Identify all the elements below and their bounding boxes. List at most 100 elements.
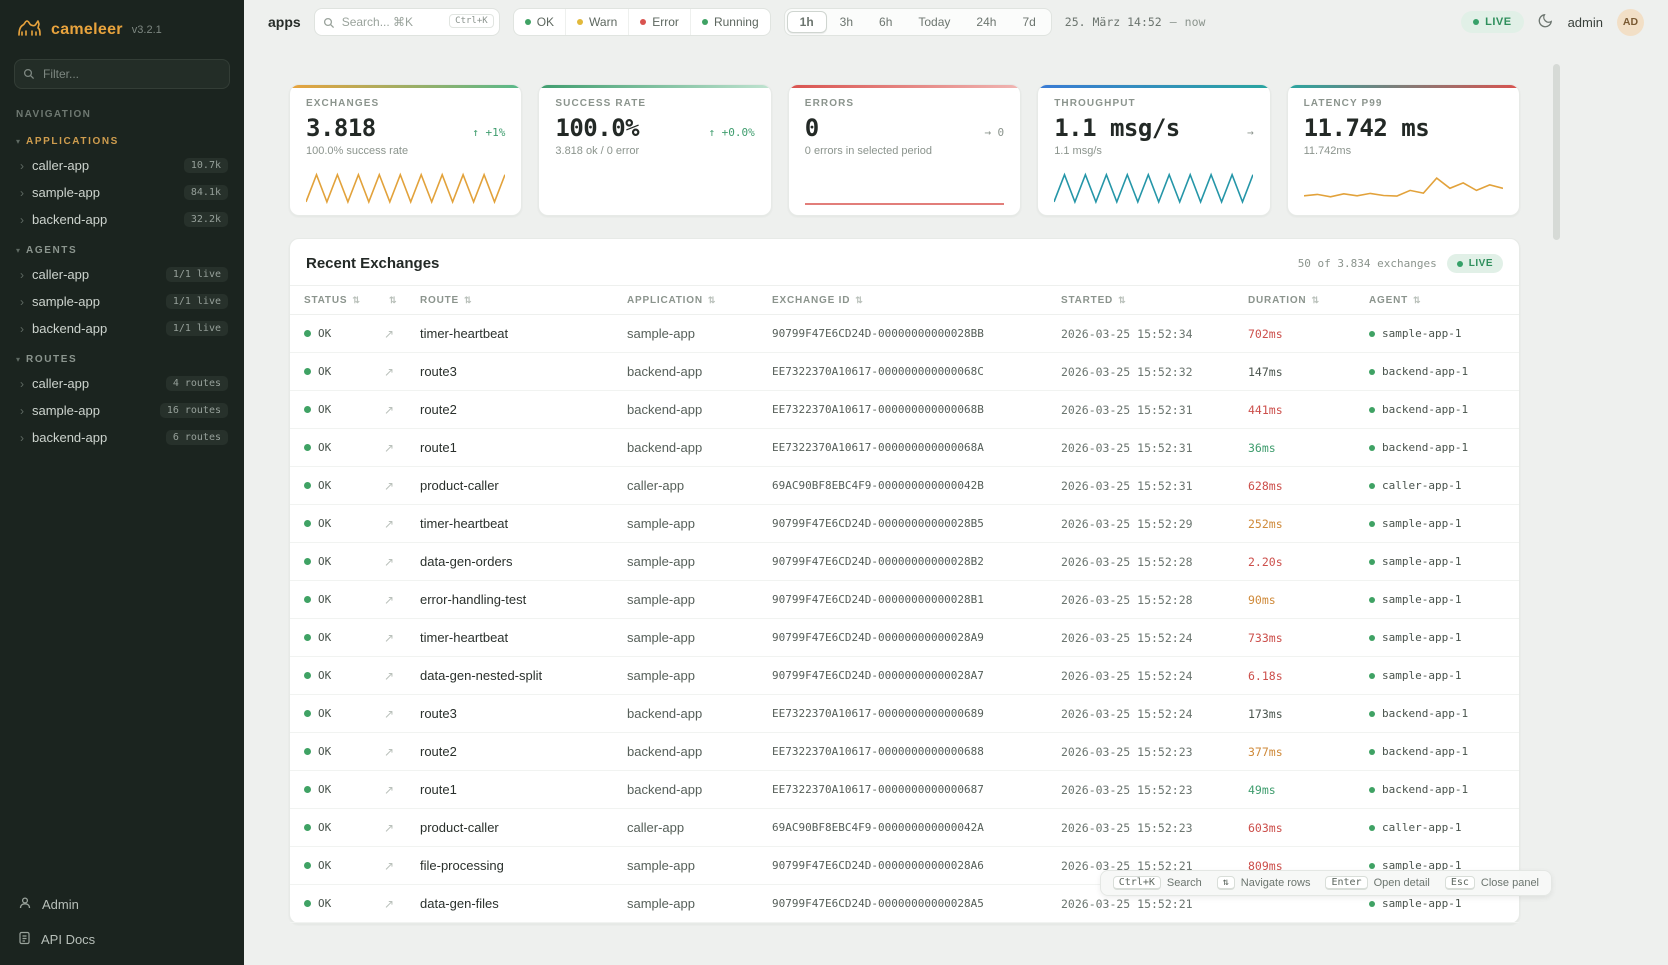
exchange-id-cell: 90799F47E6CD24D-00000000000028BB — [772, 327, 1061, 340]
stat-subtext: 1.1 msg/s — [1054, 145, 1253, 157]
time-range-button[interactable]: 6h — [866, 11, 905, 33]
kbd-label: Navigate rows — [1241, 877, 1311, 889]
open-exchange-icon[interactable]: ↗ — [384, 441, 420, 455]
open-exchange-icon[interactable]: ↗ — [384, 821, 420, 835]
column-header[interactable]: STATUS ⇅ — [304, 295, 384, 306]
time-range-button[interactable]: 7d — [1009, 11, 1048, 33]
duration-cell: 147ms — [1248, 365, 1369, 379]
dark-mode-toggle[interactable] — [1538, 12, 1554, 33]
table-row[interactable]: OK ↗ data-gen-orders sample-app 90799F47… — [290, 543, 1519, 581]
stat-subtext: 3.818 ok / 0 error — [555, 145, 754, 157]
chevron-right-icon: › — [20, 432, 24, 444]
sidebar-item-route[interactable]: › backend-app 6 routes — [0, 424, 244, 451]
sidebar-item-admin[interactable]: Admin — [0, 887, 244, 922]
sidebar-item-agent[interactable]: › backend-app 1/1 live — [0, 315, 244, 342]
table-column-headers: STATUS ⇅ ⇅ ROUTE ⇅ APPLICATION — [290, 285, 1519, 315]
section-header-routes[interactable]: ▾ ROUTES — [0, 342, 244, 370]
table-row[interactable]: OK ↗ route1 backend-app EE7322370A10617-… — [290, 429, 1519, 467]
time-range-button[interactable]: Today — [905, 11, 963, 33]
stat-value: 3.818 — [306, 114, 376, 142]
section-header-applications[interactable]: ▾ APPLICATIONS — [0, 124, 244, 152]
sidebar-item-agent[interactable]: › caller-app 1/1 live — [0, 261, 244, 288]
table-row[interactable]: OK ↗ product-caller caller-app 69AC90BF8… — [290, 809, 1519, 847]
open-exchange-icon[interactable]: ↗ — [384, 593, 420, 607]
time-range-button[interactable]: 3h — [827, 11, 866, 33]
stat-card: EXCHANGES 3.818 ↑ +1% 100.0% success rat… — [289, 84, 522, 216]
status-filter-chip[interactable]: Warn — [565, 9, 628, 35]
agent-label: caller-app-1 — [1382, 479, 1461, 492]
keyboard-hint: Ctrl+K Search — [1113, 876, 1202, 890]
navigation-label: NAVIGATION — [0, 101, 244, 124]
table-row[interactable]: OK ↗ timer-heartbeat sample-app 90799F47… — [290, 505, 1519, 543]
open-exchange-icon[interactable]: ↗ — [384, 745, 420, 759]
duration-cell: 173ms — [1248, 707, 1369, 721]
sidebar-item-badge: 4 routes — [166, 376, 228, 391]
sidebar-item-route[interactable]: › sample-app 16 routes — [0, 397, 244, 424]
column-header[interactable]: EXCHANGE ID ⇅ — [772, 295, 1061, 306]
open-exchange-icon[interactable]: ↗ — [384, 783, 420, 797]
section-header-agents[interactable]: ▾ AGENTS — [0, 233, 244, 261]
status-filter-chip[interactable]: Running — [690, 9, 770, 35]
sidebar-item-api-docs[interactable]: API Docs — [0, 922, 244, 957]
open-exchange-icon[interactable]: ↗ — [384, 403, 420, 417]
route-cell: route2 — [420, 744, 627, 759]
table-row[interactable]: OK ↗ product-caller caller-app 69AC90BF8… — [290, 467, 1519, 505]
column-label: APPLICATION — [627, 295, 703, 306]
date-range[interactable]: 25. März 14:52 — now — [1065, 15, 1206, 29]
time-range-button[interactable]: 24h — [963, 11, 1009, 33]
open-exchange-icon[interactable]: ↗ — [384, 517, 420, 531]
table-row[interactable]: OK ↗ route1 backend-app EE7322370A10617-… — [290, 771, 1519, 809]
sidebar-item-route[interactable]: › caller-app 4 routes — [0, 370, 244, 397]
open-exchange-icon[interactable]: ↗ — [384, 479, 420, 493]
app-logo[interactable]: cameleer v3.2.1 — [0, 0, 244, 55]
avatar[interactable]: AD — [1617, 9, 1644, 36]
route-cell: timer-heartbeat — [420, 630, 627, 645]
open-exchange-icon[interactable]: ↗ — [384, 327, 420, 341]
table-row[interactable]: OK ↗ route2 backend-app EE7322370A10617-… — [290, 733, 1519, 771]
sidebar-item-agent[interactable]: › sample-app 1/1 live — [0, 288, 244, 315]
status-filter-chip[interactable]: OK — [514, 9, 565, 35]
status-filter-chip[interactable]: Error — [628, 9, 690, 35]
table-row[interactable]: OK ↗ route3 backend-app EE7322370A10617-… — [290, 695, 1519, 733]
sidebar-item-application[interactable]: › backend-app 32.2k — [0, 206, 244, 233]
table-row[interactable]: OK ↗ route3 backend-app EE7322370A10617-… — [290, 353, 1519, 391]
open-exchange-icon[interactable]: ↗ — [384, 555, 420, 569]
table-row[interactable]: OK ↗ timer-heartbeat sample-app 90799F47… — [290, 619, 1519, 657]
status-cell: OK — [304, 327, 384, 340]
started-cell: 2026-03-25 15:52:31 — [1061, 441, 1248, 455]
sidebar-item-application[interactable]: › caller-app 10.7k — [0, 152, 244, 179]
table-row[interactable]: OK ↗ route2 backend-app EE7322370A10617-… — [290, 391, 1519, 429]
column-header[interactable]: ⇅ — [384, 295, 420, 306]
column-header[interactable]: APPLICATION ⇅ — [627, 295, 772, 306]
time-range-button[interactable]: 1h — [787, 11, 827, 33]
column-header[interactable]: ROUTE ⇅ — [420, 295, 627, 306]
filter-input[interactable] — [14, 59, 230, 89]
table-row[interactable]: OK ↗ data-gen-nested-split sample-app 90… — [290, 657, 1519, 695]
sidebar-item-badge: 84.1k — [184, 185, 228, 200]
open-exchange-icon[interactable]: ↗ — [384, 707, 420, 721]
sort-icon: ⇅ — [389, 295, 397, 306]
sidebar-item-application[interactable]: › sample-app 84.1k — [0, 179, 244, 206]
open-exchange-icon[interactable]: ↗ — [384, 365, 420, 379]
application-cell: backend-app — [627, 364, 772, 379]
open-exchange-icon[interactable]: ↗ — [384, 631, 420, 645]
column-header[interactable]: STARTED ⇅ — [1061, 295, 1248, 306]
column-header[interactable]: AGENT ⇅ — [1369, 295, 1505, 306]
stat-card: ERRORS 0 → 0 0 errors in selected period — [788, 84, 1021, 216]
live-toggle[interactable]: LIVE — [1461, 11, 1523, 33]
status-label: OK — [318, 555, 331, 568]
stat-card-body: EXCHANGES 3.818 ↑ +1% 100.0% success rat… — [290, 88, 521, 216]
agent-cell: sample-app-1 — [1369, 897, 1505, 910]
kbd-label: Close panel — [1481, 877, 1539, 889]
table-row[interactable]: OK ↗ timer-heartbeat sample-app 90799F47… — [290, 315, 1519, 353]
column-header[interactable]: DURATION ⇅ — [1248, 295, 1369, 306]
agent-cell: caller-app-1 — [1369, 821, 1505, 834]
vertical-scrollbar[interactable] — [1553, 64, 1560, 240]
table-row[interactable]: OK ↗ error-handling-test sample-app 9079… — [290, 581, 1519, 619]
duration-cell: 377ms — [1248, 745, 1369, 759]
open-exchange-icon[interactable]: ↗ — [384, 897, 420, 911]
chevron-right-icon: › — [20, 405, 24, 417]
status-cell: OK — [304, 365, 384, 378]
open-exchange-icon[interactable]: ↗ — [384, 669, 420, 683]
open-exchange-icon[interactable]: ↗ — [384, 859, 420, 873]
